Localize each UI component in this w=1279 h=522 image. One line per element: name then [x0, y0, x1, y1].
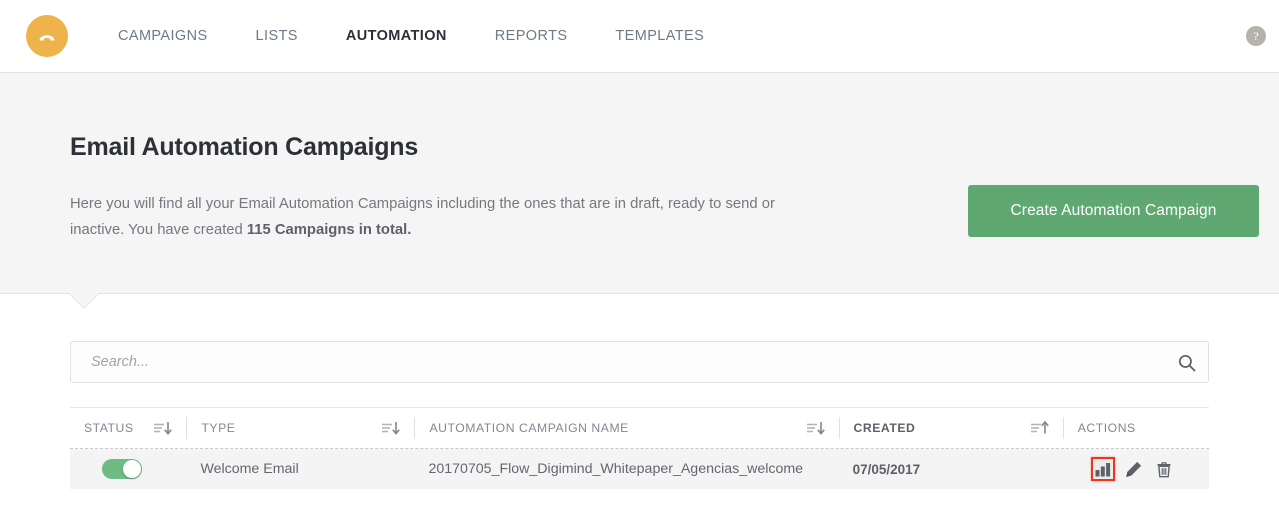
nav-link-automation[interactable]: AUTOMATION	[322, 0, 471, 73]
page-description: Here you will find all your Email Automa…	[70, 191, 810, 243]
table-header-created-label: CREATED	[853, 421, 916, 435]
table-header-status-label: STATUS	[84, 421, 134, 435]
brand-logo[interactable]	[26, 15, 68, 57]
automation-campaigns-table: STATUS TYPE AUTOMATION CAMPAIGN NAME CRE…	[70, 407, 1209, 489]
table-header-actions: ACTIONS	[1062, 417, 1209, 439]
table-header-row: STATUS TYPE AUTOMATION CAMPAIGN NAME CRE…	[70, 408, 1209, 449]
table-header-name-label: AUTOMATION CAMPAIGN NAME	[429, 421, 629, 435]
table-header-type-label: TYPE	[201, 421, 236, 435]
toggle-knob	[123, 460, 141, 478]
table-row[interactable]: Welcome Email 20170705_Flow_Digimind_Whi…	[70, 449, 1209, 489]
logo-arch-icon	[39, 35, 55, 41]
row-actions	[1077, 457, 1175, 481]
edit-button[interactable]	[1123, 458, 1145, 480]
content-area: STATUS TYPE	[0, 341, 1279, 489]
table-header-type[interactable]: TYPE	[186, 417, 414, 439]
page-description-highlight: 115 Campaigns in total.	[246, 222, 412, 238]
sort-descending-icon[interactable]	[806, 421, 825, 435]
main-nav: CAMPAIGNS LISTS AUTOMATION REPORTS TEMPL…	[94, 0, 728, 72]
nav-link-templates[interactable]: TEMPLATES	[591, 0, 728, 73]
stats-button[interactable]	[1090, 457, 1115, 481]
table-header-actions-label: ACTIONS	[1077, 421, 1136, 435]
table-cell-status	[70, 449, 186, 489]
table-header-created[interactable]: CREATED	[838, 417, 1063, 439]
trash-can-icon	[1157, 461, 1171, 477]
search-icon	[1178, 354, 1196, 372]
table-cell-name: 20170705_Flow_Digimind_Whitepaper_Agenci…	[428, 461, 804, 477]
table-header-name[interactable]: AUTOMATION CAMPAIGN NAME	[414, 417, 838, 439]
sort-ascending-icon[interactable]	[1030, 421, 1049, 435]
search-bar	[70, 341, 1209, 383]
page-description-text: Here you will find all your Email Automa…	[70, 196, 775, 238]
page-title: Email Automation Campaigns	[70, 133, 419, 161]
table-cell-type: Welcome Email	[200, 461, 299, 477]
delete-button[interactable]	[1153, 458, 1175, 480]
table-cell-created: 07/05/2017	[852, 461, 921, 477]
top-navbar: CAMPAIGNS LISTS AUTOMATION REPORTS TEMPL…	[0, 0, 1279, 73]
sort-descending-icon[interactable]	[381, 421, 401, 435]
sort-descending-icon[interactable]	[153, 421, 173, 435]
nav-link-campaigns[interactable]: CAMPAIGNS	[94, 0, 232, 73]
bar-chart-icon	[1095, 462, 1110, 476]
search-button[interactable]	[1173, 349, 1201, 377]
table-cell-actions	[1063, 449, 1209, 489]
search-input[interactable]	[70, 341, 1209, 383]
table-header-status[interactable]: STATUS	[70, 417, 186, 439]
nav-link-reports[interactable]: REPORTS	[471, 0, 592, 73]
help-icon[interactable]: ?	[1246, 26, 1266, 46]
hero-notch-arrow	[68, 292, 100, 308]
edit-pencil-icon	[1126, 461, 1142, 477]
status-toggle[interactable]	[102, 459, 142, 479]
create-automation-campaign-button[interactable]: Create Automation Campaign	[968, 185, 1259, 237]
hero-panel: Email Automation Campaigns Here you will…	[0, 73, 1279, 308]
nav-link-lists[interactable]: LISTS	[232, 0, 322, 73]
